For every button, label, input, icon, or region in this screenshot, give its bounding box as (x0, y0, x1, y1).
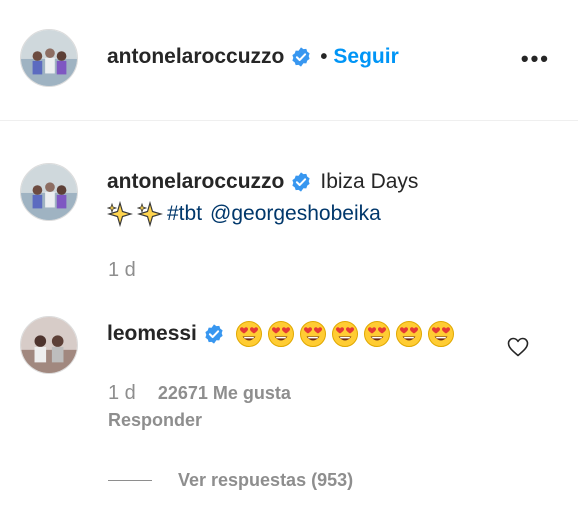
comment-timestamp[interactable]: 1 d (108, 382, 136, 405)
heart-eyes-emoji-icon (331, 321, 358, 347)
more-options-icon[interactable]: ••• (521, 46, 550, 72)
follow-button[interactable]: Seguir (333, 45, 398, 69)
caption-timestamp[interactable]: 1 d (108, 259, 136, 282)
verified-badge-icon (290, 171, 312, 193)
separator-dot: • (320, 45, 328, 68)
heart-eyes-emoji-icon (427, 321, 454, 347)
divider (108, 480, 152, 481)
heart-eyes-emoji-icon (235, 321, 262, 347)
caption-username[interactable]: antonelaroccuzzo (107, 170, 284, 194)
heart-eyes-emoji-icon (299, 321, 326, 347)
comment-username[interactable]: leomessi (107, 322, 197, 346)
header-line: antonelaroccuzzo • Seguir (107, 45, 399, 69)
view-replies-label: Ver respuestas (953) (178, 470, 354, 490)
mention-link[interactable]: @georgeshobeika (210, 202, 381, 226)
view-replies-button[interactable]: Ver respuestas (953) (108, 470, 353, 491)
comment-emojis (235, 320, 459, 348)
sparkles-icon (107, 201, 133, 227)
avatar[interactable] (20, 163, 78, 221)
avatar[interactable] (20, 316, 78, 374)
reply-button[interactable]: Responder (108, 410, 202, 431)
header-username[interactable]: antonelaroccuzzo (107, 45, 284, 69)
verified-badge-icon (290, 46, 312, 68)
caption-line: antonelaroccuzzo Ibiza Days (107, 170, 418, 194)
sparkles-icon (137, 201, 163, 227)
caption-tags: #tbt @georgeshobeika (107, 201, 389, 227)
comment-likes[interactable]: 22671 Me gusta (158, 383, 291, 404)
heart-icon[interactable] (506, 335, 530, 359)
heart-eyes-emoji-icon (363, 321, 390, 347)
avatar[interactable] (20, 29, 78, 87)
hashtag-link[interactable]: #tbt (167, 202, 202, 226)
comment-line: leomessi (107, 320, 459, 348)
comment-meta: 1 d 22671 Me gusta (108, 382, 291, 405)
heart-eyes-emoji-icon (267, 321, 294, 347)
caption-text: Ibiza Days (320, 170, 419, 193)
verified-badge-icon (203, 323, 225, 345)
post-header: antonelaroccuzzo • Seguir ••• (0, 0, 578, 121)
heart-eyes-emoji-icon (395, 321, 422, 347)
